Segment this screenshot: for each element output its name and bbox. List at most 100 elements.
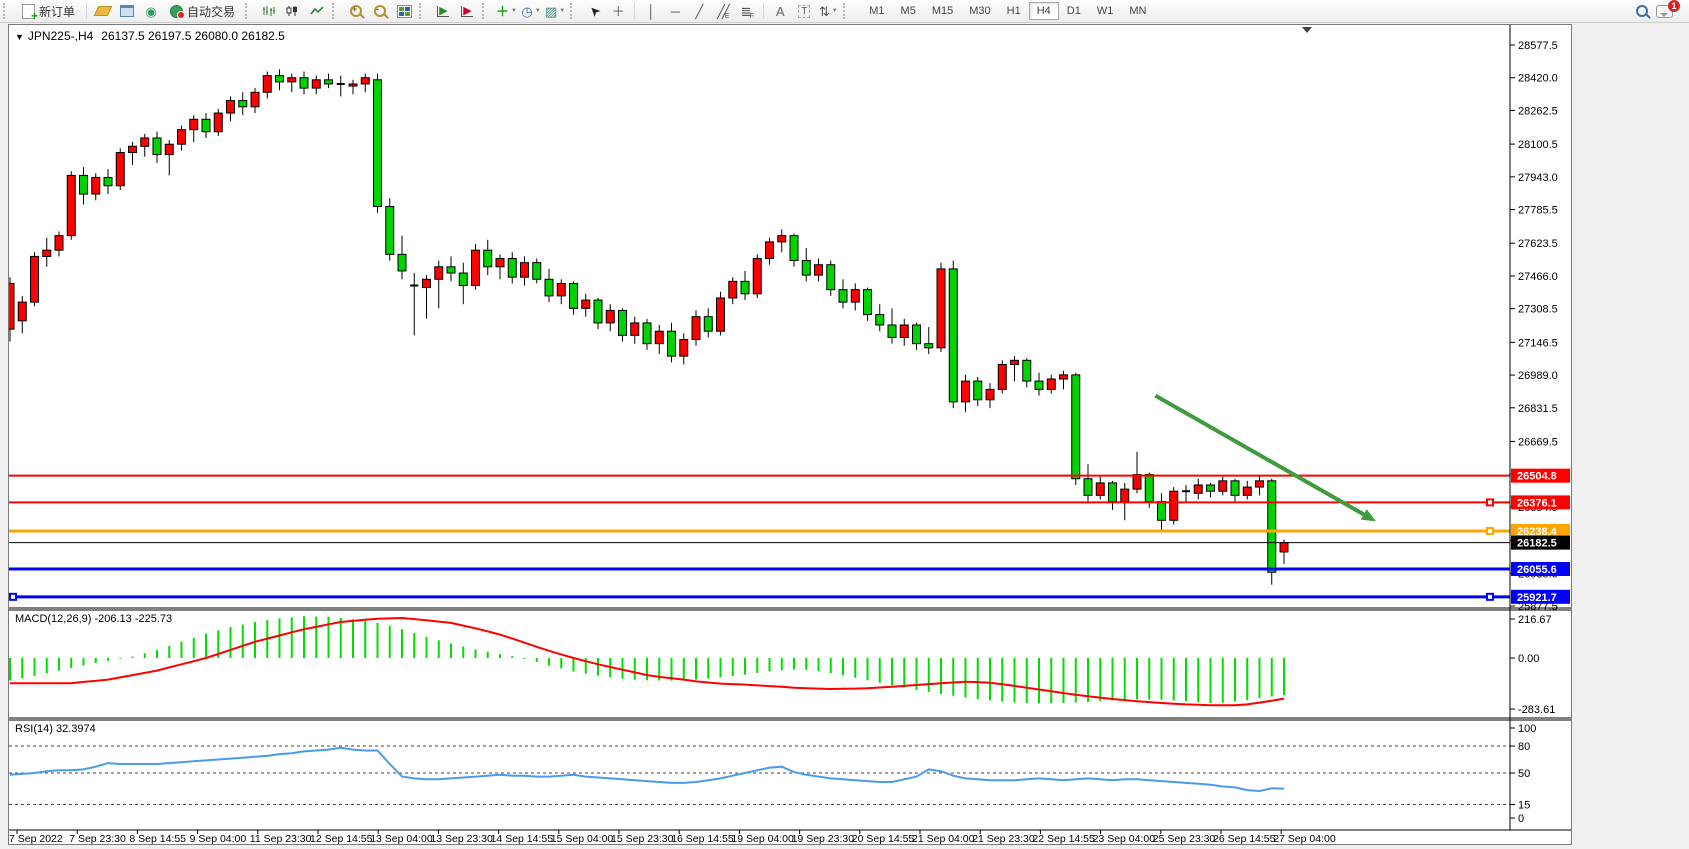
crosshair-button[interactable]: ＋ — [606, 2, 630, 20]
cursor-button[interactable]: ➤ — [582, 2, 606, 20]
timeframe-D1[interactable]: D1 — [1059, 2, 1089, 20]
vertical-line-button[interactable]: │ — [639, 2, 663, 20]
toolbar-grip[interactable] — [245, 3, 252, 19]
auto-trading-button[interactable]: 自动交易 — [163, 0, 242, 22]
candle-body — [496, 258, 504, 266]
toolbar-grip[interactable] — [570, 3, 577, 19]
time-axis-label: 15 Sep 23:30 — [611, 833, 674, 844]
text-label-button[interactable]: T — [792, 2, 816, 20]
line-handle[interactable] — [10, 594, 16, 600]
candle-body — [55, 236, 63, 251]
candle-body — [606, 310, 614, 322]
zoom-in-button[interactable]: + — [344, 2, 368, 20]
toolbar-grip[interactable] — [419, 3, 426, 19]
timeframe-M5[interactable]: M5 — [893, 2, 924, 20]
templates-button[interactable]: ▨▼ — [543, 2, 567, 20]
candle-body — [876, 315, 884, 325]
macd-axis-label: -283.61 — [1518, 704, 1555, 716]
tile-windows-button[interactable] — [392, 2, 416, 20]
candle-body — [104, 177, 112, 185]
notifications-button[interactable]: 1 — [1654, 2, 1689, 20]
timeframe-M30[interactable]: M30 — [961, 2, 998, 20]
auto-scroll-button[interactable]: ▶ — [431, 2, 455, 20]
toolbar-grip[interactable] — [332, 3, 339, 19]
toolbar-grip[interactable] — [843, 3, 850, 19]
fibonacci-button[interactable]: ≣F — [735, 2, 759, 20]
terminal-button[interactable] — [115, 2, 139, 20]
timeframe-W1[interactable]: W1 — [1089, 2, 1122, 20]
candle-body — [913, 325, 921, 344]
crosshair-icon: ＋ — [612, 5, 625, 18]
candle-body — [533, 263, 541, 280]
new-order-button[interactable]: 新订单 — [15, 0, 82, 22]
candle-body — [325, 80, 333, 84]
toolbar-grip[interactable] — [3, 3, 10, 19]
auto-trading-label: 自动交易 — [187, 3, 235, 20]
text-tool-button[interactable]: A — [768, 2, 792, 20]
candle-body — [937, 269, 945, 348]
text-label-icon: T — [798, 5, 810, 18]
price-line-label: 26504.8 — [1517, 471, 1557, 483]
line-handle[interactable] — [1487, 594, 1493, 600]
arrows-tool-button[interactable]: ⇅▼ — [816, 2, 840, 20]
search-button[interactable] — [1630, 2, 1654, 20]
candle-body — [1121, 489, 1129, 501]
timeframe-toolbar: M1M5M15M30H1H4D1W1MN — [861, 2, 1154, 20]
price-axis-label: 26831.5 — [1518, 403, 1558, 415]
time-axis-label: 23 Sep 04:00 — [1093, 833, 1156, 844]
candle-body — [349, 84, 357, 86]
candle-body — [778, 236, 786, 242]
zoom-out-button[interactable]: - — [368, 2, 392, 20]
candle-body — [214, 113, 222, 132]
rsi-line — [10, 748, 1284, 791]
timeframe-H4[interactable]: H4 — [1029, 2, 1059, 20]
candle-body — [949, 269, 957, 402]
periods-button[interactable]: ◷▼ — [519, 2, 543, 20]
candle-body — [974, 381, 982, 400]
price-axis-label: 28262.5 — [1518, 105, 1558, 117]
chart-shift-marker[interactable] — [1302, 27, 1312, 33]
time-axis-label: 21 Sep 04:00 — [912, 833, 975, 844]
candle-body — [925, 344, 933, 348]
timeframe-M15[interactable]: M15 — [924, 2, 961, 20]
zoom-in-icon: + — [350, 5, 362, 17]
terminal-icon — [120, 5, 134, 17]
timeframe-H1[interactable]: H1 — [999, 2, 1029, 20]
new-order-icon — [22, 4, 35, 19]
candle-body — [459, 273, 467, 285]
channel-button[interactable]: ╱╱E — [711, 2, 735, 20]
candle-body — [178, 130, 186, 145]
price-line-label: 25921.7 — [1517, 592, 1557, 604]
line-handle[interactable] — [1487, 528, 1493, 534]
candle-body — [361, 78, 369, 84]
trend-arrow[interactable] — [1155, 396, 1363, 515]
horizontal-line-button[interactable]: ─ — [663, 2, 687, 20]
line-handle[interactable] — [1487, 499, 1493, 505]
time-axis-label: 27 Sep 04:00 — [1273, 833, 1336, 844]
search-icon — [1636, 5, 1648, 17]
candlestick-chart-button[interactable] — [281, 2, 305, 20]
timeframe-M1[interactable]: M1 — [861, 2, 892, 20]
market-watch-button[interactable] — [91, 2, 115, 20]
candle-body — [1170, 491, 1178, 520]
trendline-button[interactable]: ╱ — [687, 2, 711, 20]
chart-shift-button[interactable]: ▶ — [455, 2, 479, 20]
candle-body — [165, 144, 173, 154]
candle-body — [508, 258, 516, 277]
broadcast-button[interactable]: ◉ — [139, 2, 163, 20]
bar-chart-button[interactable] — [257, 2, 281, 20]
time-axis-label: 22 Sep 14:55 — [1032, 833, 1095, 844]
new-order-label: 新订单 — [39, 3, 75, 20]
candle-body — [864, 290, 872, 315]
candle-body — [92, 177, 100, 194]
candle-body — [374, 80, 382, 207]
indicators-button[interactable]: ＋▼ — [494, 2, 519, 20]
time-axis-label: 13 Sep 04:00 — [370, 833, 433, 844]
candle-body — [1256, 481, 1264, 487]
price-axis-label: 27785.5 — [1518, 205, 1558, 217]
toolbar-grip[interactable] — [482, 3, 489, 19]
line-chart-button[interactable] — [305, 2, 329, 20]
candle-body — [1011, 360, 1019, 364]
timeframe-MN[interactable]: MN — [1121, 2, 1154, 20]
chart-canvas[interactable]: 28577.528420.028262.528100.527943.027785… — [9, 25, 1571, 844]
